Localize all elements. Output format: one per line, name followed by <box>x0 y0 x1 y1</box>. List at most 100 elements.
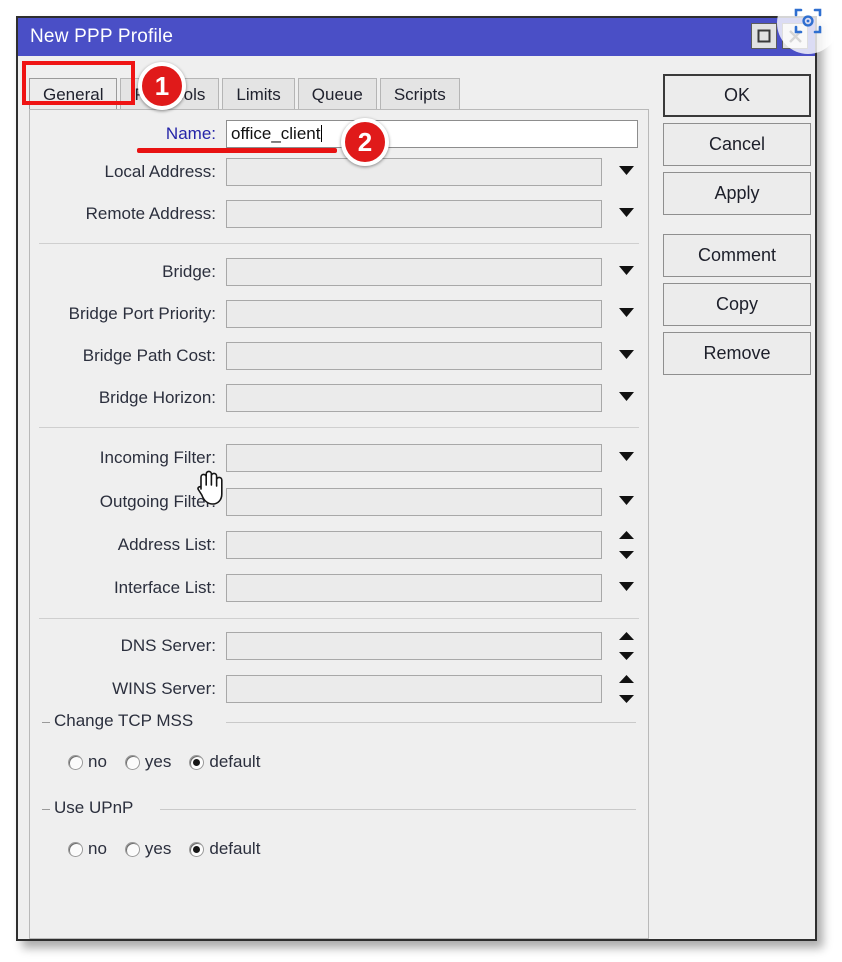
label-wrap: Name: <box>30 120 216 148</box>
group-dash <box>42 809 50 810</box>
radio-icon-selected <box>189 841 205 857</box>
interface-list-label: Interface List: <box>113 578 216 597</box>
address-list-input[interactable] <box>226 531 602 559</box>
button-label: Copy <box>715 294 759 314</box>
bridge-horizon-input[interactable] <box>226 384 602 412</box>
bridge-port-priority-input[interactable] <box>226 300 602 328</box>
maximize-icon <box>757 29 771 43</box>
ok-button[interactable]: OK <box>663 74 811 117</box>
chevron-down-icon <box>618 690 634 708</box>
bridge-dropdown-button[interactable] <box>614 258 638 286</box>
chevron-down-icon <box>618 449 635 467</box>
bridge-path-cost-input[interactable] <box>226 342 602 370</box>
outgoing-filter-dropdown-button[interactable] <box>614 488 638 516</box>
field-row-bridge-horizon: Bridge Horizon: <box>30 384 642 412</box>
maximize-button[interactable] <box>751 23 777 49</box>
text-caret <box>321 125 323 142</box>
dns-server-value <box>227 636 231 655</box>
use-upnp-option-no[interactable]: no <box>68 839 107 859</box>
bridge-input[interactable] <box>226 258 602 286</box>
tab-limits[interactable]: Limits <box>222 78 295 110</box>
outgoing-filter-input[interactable] <box>226 488 602 516</box>
annotation-badge-1: 1 <box>138 62 186 110</box>
field-row-interface-list: Interface List: <box>30 574 642 602</box>
address-list-value <box>227 535 231 554</box>
chevron-up-icon <box>618 670 634 688</box>
bridge-horizon-dropdown-button[interactable] <box>614 384 638 412</box>
title-bar[interactable]: New PPP Profile <box>18 18 815 56</box>
remove-button[interactable]: Remove <box>663 332 811 375</box>
change-tcp-mss-option-yes[interactable]: yes <box>124 752 171 772</box>
general-tab-panel: Name: office_client Local Address: Remot… <box>29 109 649 939</box>
chevron-up-icon <box>618 526 634 544</box>
bridge-label: Bridge: <box>162 262 216 281</box>
field-row-name: Name: office_client <box>30 120 642 148</box>
field-row-incoming-filter: Incoming Filter: <box>30 444 642 472</box>
field-row-bridge-port-priority: Bridge Port Priority: <box>30 300 642 328</box>
incoming-filter-value <box>227 448 231 467</box>
bridge-port-priority-dropdown-button[interactable] <box>614 300 638 328</box>
wins-server-input[interactable] <box>226 675 602 703</box>
section-divider <box>39 427 639 428</box>
tab-general[interactable]: General <box>29 78 118 110</box>
annotation-badge-2: 2 <box>341 118 389 166</box>
chevron-down-icon <box>618 579 635 597</box>
bridge-path-cost-dropdown-button[interactable] <box>614 342 638 370</box>
window-title: New PPP Profile <box>30 26 174 47</box>
outgoing-filter-label: Outgoing Filter: <box>99 492 216 511</box>
name-input-value: office_client <box>231 124 321 143</box>
address-list-spinner-button[interactable] <box>614 531 638 559</box>
change-tcp-mss-option-no[interactable]: no <box>68 752 107 772</box>
field-row-outgoing-filter: Outgoing Filter: <box>30 488 642 516</box>
apply-button[interactable]: Apply <box>663 172 811 215</box>
group-dash <box>42 722 50 723</box>
tab-scripts[interactable]: Scripts <box>379 78 460 110</box>
radio-icon <box>124 754 140 770</box>
change-tcp-mss-option-default[interactable]: default <box>189 752 260 772</box>
local-address-dropdown-button[interactable] <box>614 158 638 186</box>
dns-server-spinner-button[interactable] <box>614 632 638 660</box>
local-address-input[interactable] <box>226 158 602 186</box>
bridge-value <box>227 262 231 281</box>
local-address-label: Local Address: <box>104 162 216 181</box>
field-row-local-address: Local Address: <box>30 158 642 186</box>
bridge-path-cost-label: Bridge Path Cost: <box>82 346 216 365</box>
use-upnp-option-default[interactable]: default <box>189 839 260 859</box>
bridge-port-priority-value <box>227 304 231 323</box>
dns-server-input[interactable] <box>226 632 602 660</box>
bridge-horizon-label: Bridge Horizon: <box>98 388 216 407</box>
cancel-button[interactable]: Cancel <box>663 123 811 166</box>
interface-list-value <box>227 578 231 597</box>
comment-button[interactable]: Comment <box>663 234 811 277</box>
radio-label: no <box>88 839 107 858</box>
radio-icon <box>68 754 83 770</box>
name-input[interactable]: office_client <box>226 120 638 148</box>
dialog-button-column: OK Cancel Apply Comment Copy Remove <box>663 74 811 381</box>
remote-address-input[interactable] <box>226 200 602 228</box>
radio-icon <box>68 841 83 857</box>
chevron-down-icon <box>618 493 635 511</box>
tab-queue[interactable]: Queue <box>297 78 377 110</box>
chevron-down-icon <box>618 205 635 223</box>
chevron-down-icon <box>618 389 635 407</box>
copy-button[interactable]: Copy <box>663 283 811 326</box>
group-line <box>160 809 636 810</box>
change-tcp-mss-group-title: Change TCP MSS <box>54 711 200 731</box>
incoming-filter-dropdown-button[interactable] <box>614 444 638 472</box>
screenshot-tool-watermark <box>777 0 839 54</box>
change-tcp-mss-radio-group: no yes default <box>68 752 278 772</box>
radio-label: no <box>88 752 107 771</box>
wins-server-spinner-button[interactable] <box>614 675 638 703</box>
remote-address-label: Remote Address: <box>85 204 216 223</box>
use-upnp-option-yes[interactable]: yes <box>124 839 171 859</box>
remote-address-dropdown-button[interactable] <box>614 200 638 228</box>
button-label: Cancel <box>708 134 766 154</box>
incoming-filter-input[interactable] <box>226 444 602 472</box>
radio-icon <box>124 841 140 857</box>
interface-list-dropdown-button[interactable] <box>614 574 638 602</box>
chevron-down-icon <box>618 647 634 665</box>
interface-list-input[interactable] <box>226 574 602 602</box>
dialog-client-area: General Protocols Limits Queue Scripts N… <box>18 56 815 939</box>
wins-server-label: WINS Server: <box>112 679 216 698</box>
tab-bar: General Protocols Limits Queue Scripts <box>29 78 463 110</box>
